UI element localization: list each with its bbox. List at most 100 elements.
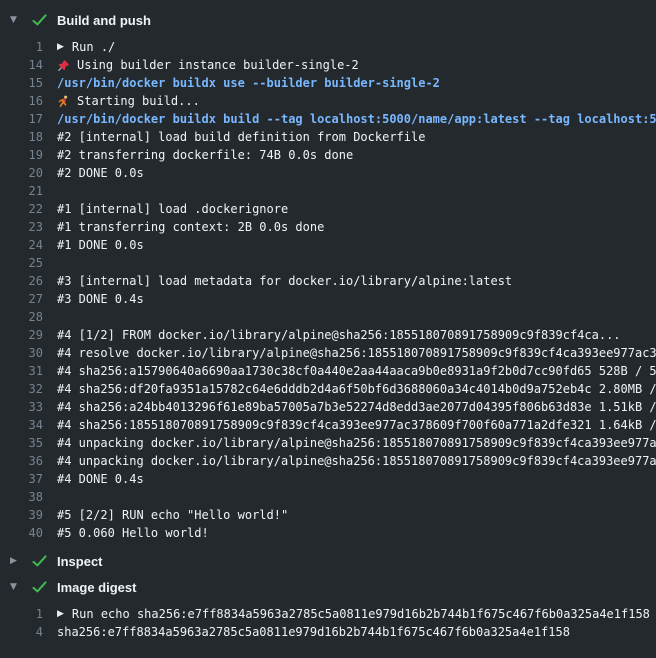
line-number[interactable]: 20 bbox=[0, 164, 43, 182]
log-text: #2 transferring dockerfile: 74B 0.0s don… bbox=[57, 146, 353, 164]
log-line: 22 #1 [internal] load .dockerignore bbox=[0, 200, 656, 218]
log-line: 17 /usr/bin/docker buildx build --tag lo… bbox=[0, 110, 656, 128]
line-number[interactable]: 38 bbox=[0, 488, 43, 506]
log-line: 4 sha256:e7ff8834a5963a2785c5a0811e979d1… bbox=[0, 623, 656, 641]
line-number[interactable]: 22 bbox=[0, 200, 43, 218]
run-expander-icon[interactable]: ▶ bbox=[57, 605, 64, 623]
log-text: #1 transferring context: 2B 0.0s done bbox=[57, 218, 324, 236]
log-text: #4 resolve docker.io/library/alpine@sha2… bbox=[57, 344, 656, 362]
line-body: #4 DONE 0.4s bbox=[57, 470, 656, 488]
log-section-image-digest: ▼ Image digest 1 ▶ Run echo sha256:e7ff8… bbox=[0, 574, 656, 641]
line-body bbox=[57, 488, 656, 506]
log-line: 16 Starting build... bbox=[0, 92, 656, 110]
line-number[interactable]: 36 bbox=[0, 452, 43, 470]
check-icon bbox=[32, 581, 56, 593]
check-icon bbox=[32, 555, 56, 567]
log-line: 33 #4 sha256:a24bb4013296f61e89ba57005a7… bbox=[0, 398, 656, 416]
log-line: 25 bbox=[0, 254, 656, 272]
log-text: #4 sha256:a15790640a6690aa1730c38cf0a440… bbox=[57, 362, 656, 380]
log-text: #5 0.060 Hello world! bbox=[57, 524, 209, 542]
log-line: 23 #1 transferring context: 2B 0.0s done bbox=[0, 218, 656, 236]
log-line: 35 #4 unpacking docker.io/library/alpine… bbox=[0, 434, 656, 452]
line-body: /usr/bin/docker buildx use --builder bui… bbox=[57, 74, 656, 92]
log-line: 28 bbox=[0, 308, 656, 326]
line-number[interactable]: 25 bbox=[0, 254, 43, 272]
log-line: 15 /usr/bin/docker buildx use --builder … bbox=[0, 74, 656, 92]
line-number[interactable]: 39 bbox=[0, 506, 43, 524]
line-body: #2 DONE 0.0s bbox=[57, 164, 656, 182]
line-number[interactable]: 34 bbox=[0, 416, 43, 434]
log-text: #4 unpacking docker.io/library/alpine@sh… bbox=[57, 434, 656, 452]
section-header[interactable]: ▶ Inspect bbox=[0, 548, 656, 574]
line-number[interactable]: 28 bbox=[0, 308, 43, 326]
line-body: #4 sha256:a24bb4013296f61e89ba57005a7b3e… bbox=[57, 398, 656, 416]
log-line: 31 #4 sha256:a15790640a6690aa1730c38cf0a… bbox=[0, 362, 656, 380]
line-body: #4 [1/2] FROM docker.io/library/alpine@s… bbox=[57, 326, 656, 344]
log-text: Starting build... bbox=[77, 92, 200, 110]
line-body: /usr/bin/docker buildx build --tag local… bbox=[57, 110, 656, 128]
log-line: 27 #3 DONE 0.4s bbox=[0, 290, 656, 308]
log-line: 37 #4 DONE 0.4s bbox=[0, 470, 656, 488]
log-text: #2 DONE 0.0s bbox=[57, 164, 144, 182]
section-header[interactable]: ▼ Build and push bbox=[0, 7, 656, 33]
line-number[interactable]: 29 bbox=[0, 326, 43, 344]
line-body: #4 sha256:a15790640a6690aa1730c38cf0a440… bbox=[57, 362, 656, 380]
line-number[interactable]: 17 bbox=[0, 110, 43, 128]
log-text: #4 sha256:a24bb4013296f61e89ba57005a7b3e… bbox=[57, 398, 656, 416]
line-number[interactable]: 15 bbox=[0, 74, 43, 92]
line-body: #2 [internal] load build definition from… bbox=[57, 128, 656, 146]
line-number[interactable]: 19 bbox=[0, 146, 43, 164]
line-number[interactable]: 26 bbox=[0, 272, 43, 290]
section-lines: 1 ▶ Run echo sha256:e7ff8834a5963a2785c5… bbox=[0, 605, 656, 641]
line-body: #2 transferring dockerfile: 74B 0.0s don… bbox=[57, 146, 656, 164]
section-expander-icon: ▶ bbox=[10, 556, 32, 566]
line-number[interactable]: 37 bbox=[0, 470, 43, 488]
log-text: #4 unpacking docker.io/library/alpine@sh… bbox=[57, 452, 656, 470]
line-body bbox=[57, 308, 656, 326]
line-number[interactable]: 18 bbox=[0, 128, 43, 146]
log-line: 14 Using builder instance builder-single… bbox=[0, 56, 656, 74]
log-text: #4 sha256:185518070891758909c9f839cf4ca3… bbox=[57, 416, 656, 434]
log-line: 32 #4 sha256:df20fa9351a15782c64e6dddb2d… bbox=[0, 380, 656, 398]
line-number[interactable]: 33 bbox=[0, 398, 43, 416]
line-number[interactable]: 35 bbox=[0, 434, 43, 452]
line-number[interactable]: 16 bbox=[0, 92, 43, 110]
section-title: Inspect bbox=[57, 554, 103, 569]
line-number[interactable]: 1 bbox=[0, 38, 43, 56]
section-title: Build and push bbox=[57, 13, 151, 28]
line-body: Starting build... bbox=[57, 92, 656, 110]
line-body: #4 unpacking docker.io/library/alpine@sh… bbox=[57, 452, 656, 470]
log-line: 26 #3 [internal] load metadata for docke… bbox=[0, 272, 656, 290]
line-number[interactable]: 31 bbox=[0, 362, 43, 380]
run-expander-icon[interactable]: ▶ bbox=[57, 38, 64, 56]
section-header[interactable]: ▼ Image digest bbox=[0, 574, 656, 600]
log-text: #3 DONE 0.4s bbox=[57, 290, 144, 308]
line-body: #3 DONE 0.4s bbox=[57, 290, 656, 308]
section-lines: 1 ▶ Run ./ 14 Using builder instance bui… bbox=[0, 38, 656, 542]
section-title: Image digest bbox=[57, 580, 136, 595]
log-text: /usr/bin/docker buildx build --tag local… bbox=[57, 110, 656, 128]
line-number[interactable]: 32 bbox=[0, 380, 43, 398]
line-number[interactable]: 30 bbox=[0, 344, 43, 362]
line-number[interactable]: 27 bbox=[0, 290, 43, 308]
line-number[interactable]: 40 bbox=[0, 524, 43, 542]
line-body: ▶ Run echo sha256:e7ff8834a5963a2785c5a0… bbox=[57, 605, 656, 623]
log-text: #1 DONE 0.0s bbox=[57, 236, 144, 254]
line-number[interactable]: 4 bbox=[0, 623, 43, 641]
line-body: #4 sha256:df20fa9351a15782c64e6dddb2d4a6… bbox=[57, 380, 656, 398]
section-expander-icon: ▼ bbox=[10, 15, 32, 25]
line-body: #4 sha256:185518070891758909c9f839cf4ca3… bbox=[57, 416, 656, 434]
line-number[interactable]: 14 bbox=[0, 56, 43, 74]
pushpin-icon bbox=[57, 58, 71, 72]
check-icon bbox=[32, 14, 56, 26]
line-number[interactable]: 1 bbox=[0, 605, 43, 623]
line-number[interactable]: 23 bbox=[0, 218, 43, 236]
line-body: #5 [2/2] RUN echo "Hello world!" bbox=[57, 506, 656, 524]
line-number[interactable]: 21 bbox=[0, 182, 43, 200]
line-body: #1 DONE 0.0s bbox=[57, 236, 656, 254]
workflow-log-viewer: ▼ Build and push 1 ▶ Run ./ 14 Using bui… bbox=[0, 0, 656, 641]
line-body: #4 unpacking docker.io/library/alpine@sh… bbox=[57, 434, 656, 452]
line-number[interactable]: 24 bbox=[0, 236, 43, 254]
log-text: #4 sha256:df20fa9351a15782c64e6dddb2d4a6… bbox=[57, 380, 656, 398]
runner-icon bbox=[57, 94, 71, 108]
